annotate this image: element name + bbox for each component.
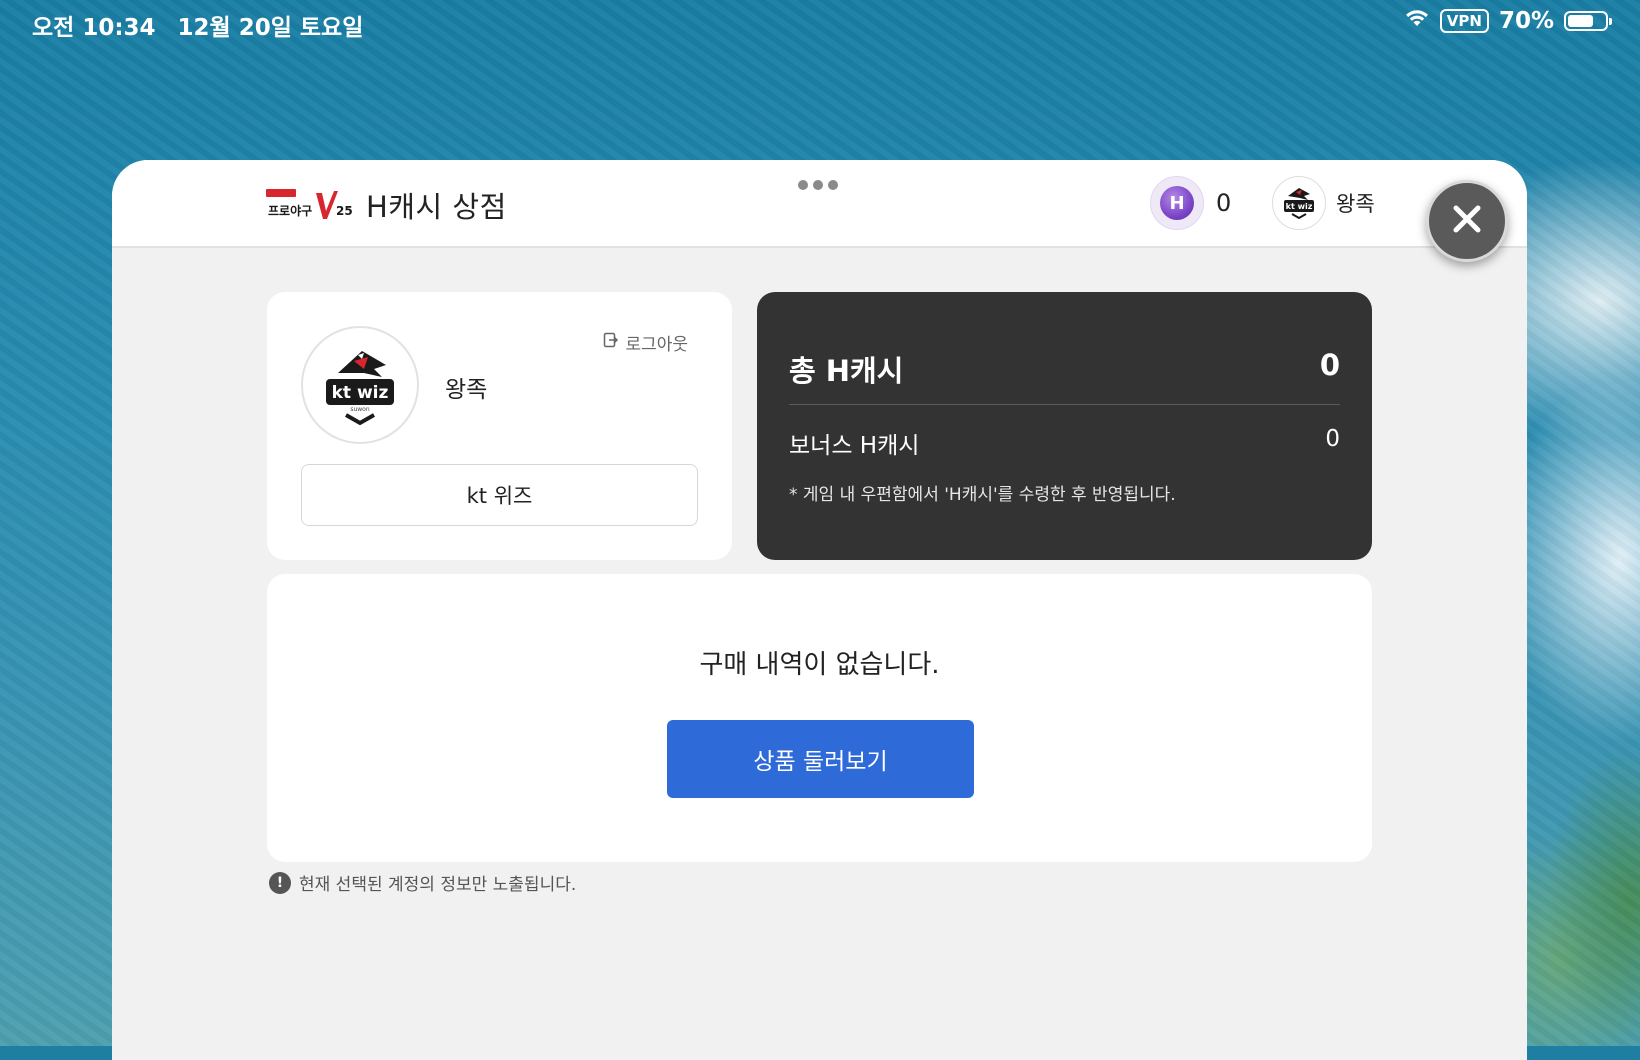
team-select-button[interactable]: kt 위즈 — [301, 464, 698, 526]
brand: 프로야구 25 H캐시 상점 — [266, 184, 507, 226]
svg-text:25: 25 — [336, 204, 353, 218]
account-notice: ! 현재 선택된 계정의 정보만 노출됩니다. — [269, 870, 576, 895]
empty-history-message: 구매 내역이 없습니다. — [699, 650, 940, 680]
browse-products-button[interactable]: 상품 둘러보기 — [667, 720, 974, 798]
modal-header: 프로야구 25 H캐시 상점 H 0 kt wiz 왕족 — [112, 160, 1527, 248]
svg-text:kt wiz: kt wiz — [1286, 202, 1313, 211]
svg-text:프로야구: 프로야구 — [268, 203, 312, 218]
total-cash-value: 0 — [1319, 348, 1340, 382]
hcash-coin-icon: H — [1150, 176, 1204, 230]
battery-fill — [1568, 15, 1594, 27]
header-cash[interactable]: H 0 — [1150, 176, 1231, 230]
cash-divider — [789, 404, 1340, 405]
more-dots-icon[interactable] — [798, 180, 838, 190]
info-icon: ! — [269, 871, 291, 894]
close-icon — [1450, 202, 1484, 240]
battery-icon — [1564, 11, 1612, 31]
wifi-icon — [1404, 8, 1430, 34]
close-button[interactable] — [1426, 180, 1508, 262]
status-bar: 오전 10:34 12월 20일 토요일 VPN 70% — [0, 0, 1640, 46]
team-logo-icon: kt wiz — [1272, 176, 1326, 230]
svg-text:kt wiz: kt wiz — [332, 383, 389, 403]
status-time: 오전 10:34 — [32, 15, 156, 41]
notice-text: 현재 선택된 계정의 정보만 노출됩니다. — [299, 875, 577, 895]
brand-logo: 프로야구 25 — [266, 187, 354, 223]
status-right: VPN 70% — [1404, 8, 1612, 34]
svg-text:suwon: suwon — [350, 406, 370, 413]
header-user[interactable]: kt wiz 왕족 — [1272, 176, 1375, 230]
status-left: 오전 10:34 12월 20일 토요일 — [32, 8, 363, 42]
cash-note: * 게임 내 우편함에서 'H캐시'를 수령한 후 반영됩니다. — [789, 485, 1176, 505]
total-cash-label: 총 H캐시 — [789, 354, 904, 388]
battery-percent: 70% — [1498, 8, 1554, 34]
hcash-store-modal: 프로야구 25 H캐시 상점 H 0 kt wiz 왕족 kt wiz suwo… — [112, 160, 1527, 1060]
bonus-cash-label: 보너스 H캐시 — [789, 433, 920, 459]
logout-link[interactable]: 로그아웃 — [603, 330, 688, 355]
profile-card: kt wiz suwon 왕족 로그아웃 kt 위즈 — [267, 292, 732, 560]
bonus-cash-value: 0 — [1325, 426, 1340, 452]
status-date: 12월 20일 토요일 — [177, 15, 364, 41]
page-title: H캐시 상점 — [366, 190, 507, 224]
vpn-badge: VPN — [1439, 9, 1489, 33]
logout-label: 로그아웃 — [625, 335, 688, 355]
cash-summary-card: 총 H캐시 0 보너스 H캐시 0 * 게임 내 우편함에서 'H캐시'를 수령… — [757, 292, 1372, 560]
purchase-history-card: 구매 내역이 없습니다. 상품 둘러보기 — [267, 574, 1372, 862]
logout-icon — [603, 332, 619, 353]
team-avatar: kt wiz suwon — [301, 326, 419, 444]
header-user-name: 왕족 — [1336, 192, 1375, 216]
profile-name: 왕족 — [445, 377, 488, 403]
header-cash-value: 0 — [1216, 189, 1232, 217]
